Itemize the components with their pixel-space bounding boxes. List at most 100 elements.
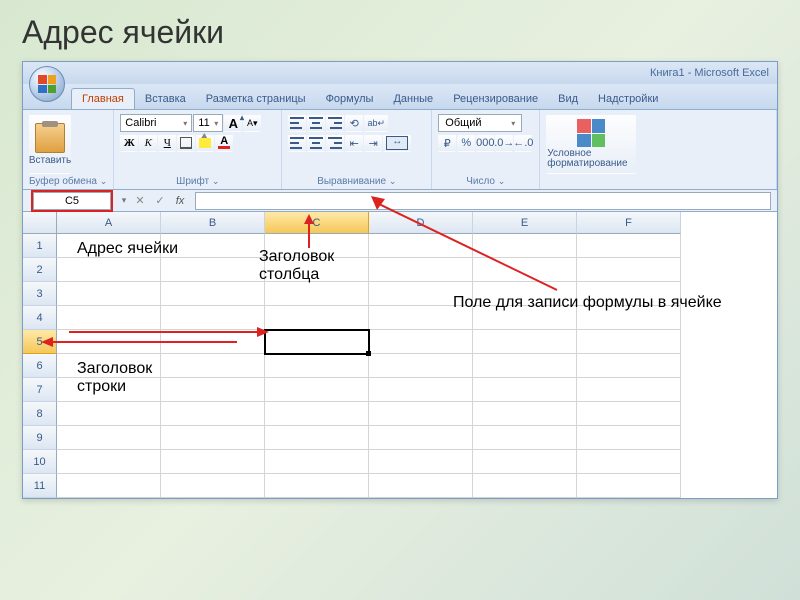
cell[interactable] [369, 378, 473, 402]
cell[interactable] [265, 282, 369, 306]
cell[interactable] [161, 282, 265, 306]
cell[interactable] [473, 354, 577, 378]
cell[interactable] [577, 258, 681, 282]
cell[interactable] [161, 258, 265, 282]
wrap-text-button[interactable]: ab↵ [364, 114, 388, 132]
cell[interactable] [57, 306, 161, 330]
name-box[interactable]: C5 [33, 192, 111, 210]
office-button[interactable] [29, 66, 65, 102]
decrease-decimal-button[interactable]: ←.0 [514, 134, 532, 152]
cell[interactable] [161, 474, 265, 498]
cell[interactable] [57, 258, 161, 282]
cell[interactable] [265, 402, 369, 426]
column-header[interactable]: C [265, 212, 369, 234]
tab-home[interactable]: Главная [71, 88, 135, 109]
column-header[interactable]: B [161, 212, 265, 234]
paste-button[interactable]: Вставить [29, 114, 71, 174]
cell[interactable] [57, 330, 161, 354]
row-header[interactable]: 5 [23, 330, 57, 354]
tab-insert[interactable]: Вставка [135, 89, 196, 109]
merge-button[interactable] [383, 134, 411, 152]
row-header[interactable]: 1 [23, 234, 57, 258]
align-middle-button[interactable] [307, 114, 325, 132]
underline-button[interactable]: Ч [158, 134, 176, 152]
cell[interactable] [473, 330, 577, 354]
row-header[interactable]: 6 [23, 354, 57, 378]
italic-button[interactable]: К [139, 134, 157, 152]
cell[interactable] [265, 306, 369, 330]
cell[interactable] [265, 378, 369, 402]
cell[interactable] [473, 258, 577, 282]
cell[interactable] [57, 282, 161, 306]
row-header[interactable]: 9 [23, 426, 57, 450]
row-header[interactable]: 8 [23, 402, 57, 426]
fx-button[interactable]: fх [171, 193, 189, 209]
name-box-dropdown[interactable]: ▾ [117, 195, 131, 206]
cell[interactable] [577, 474, 681, 498]
orientation-button[interactable]: ⟲ [345, 114, 363, 132]
column-header[interactable]: F [577, 212, 681, 234]
select-all-corner[interactable] [23, 212, 57, 234]
cell[interactable] [369, 450, 473, 474]
enter-button[interactable]: ✓ [151, 193, 169, 209]
cell[interactable] [577, 234, 681, 258]
cell[interactable] [577, 426, 681, 450]
comma-button[interactable]: 000 [476, 134, 494, 152]
dialog-launcher-icon[interactable]: ⌄ [498, 176, 506, 186]
row-header[interactable]: 7 [23, 378, 57, 402]
increase-indent-button[interactable]: ⇥ [364, 134, 382, 152]
cell[interactable] [369, 402, 473, 426]
cell[interactable] [161, 306, 265, 330]
cell[interactable] [369, 426, 473, 450]
percent-button[interactable]: % [457, 134, 475, 152]
cell[interactable] [57, 402, 161, 426]
cell[interactable] [473, 450, 577, 474]
formula-input[interactable] [195, 192, 771, 210]
cell[interactable] [473, 234, 577, 258]
cell[interactable] [369, 330, 473, 354]
row-header[interactable]: 10 [23, 450, 57, 474]
cell[interactable] [577, 354, 681, 378]
conditional-formatting-button[interactable]: Условное форматирование [546, 114, 636, 174]
dialog-launcher-icon[interactable]: ⌄ [389, 176, 397, 186]
font-size-select[interactable]: 11▾ [193, 114, 223, 132]
align-center-button[interactable] [307, 134, 325, 152]
cell[interactable] [369, 258, 473, 282]
row-header[interactable]: 11 [23, 474, 57, 498]
cell[interactable] [161, 426, 265, 450]
bold-button[interactable]: Ж [120, 134, 138, 152]
cell[interactable] [57, 450, 161, 474]
column-header[interactable]: A [57, 212, 161, 234]
cell[interactable] [265, 450, 369, 474]
cancel-button[interactable]: ✕ [131, 193, 149, 209]
align-bottom-button[interactable] [326, 114, 344, 132]
row-header[interactable]: 4 [23, 306, 57, 330]
shrink-font-button[interactable]: A▾ [243, 114, 261, 132]
fill-color-button[interactable] [196, 134, 214, 152]
number-format-select[interactable]: Общий▾ [438, 114, 522, 132]
cell[interactable] [473, 426, 577, 450]
cell[interactable] [577, 378, 681, 402]
cell[interactable] [57, 474, 161, 498]
row-header[interactable]: 3 [23, 282, 57, 306]
tab-data[interactable]: Данные [383, 89, 443, 109]
cell[interactable] [473, 474, 577, 498]
cell[interactable] [265, 474, 369, 498]
tab-review[interactable]: Рецензирование [443, 89, 548, 109]
cell[interactable] [161, 402, 265, 426]
tab-page-layout[interactable]: Разметка страницы [196, 89, 316, 109]
cell[interactable] [577, 450, 681, 474]
cell[interactable] [473, 378, 577, 402]
font-name-select[interactable]: Calibri▾ [120, 114, 192, 132]
border-button[interactable] [177, 134, 195, 152]
align-right-button[interactable] [326, 134, 344, 152]
decrease-indent-button[interactable]: ⇤ [345, 134, 363, 152]
cell[interactable] [473, 402, 577, 426]
cell[interactable] [577, 402, 681, 426]
align-left-button[interactable] [288, 134, 306, 152]
tab-formulas[interactable]: Формулы [316, 89, 384, 109]
cell[interactable] [161, 450, 265, 474]
cell[interactable] [265, 354, 369, 378]
cell[interactable] [369, 234, 473, 258]
cell[interactable] [265, 426, 369, 450]
